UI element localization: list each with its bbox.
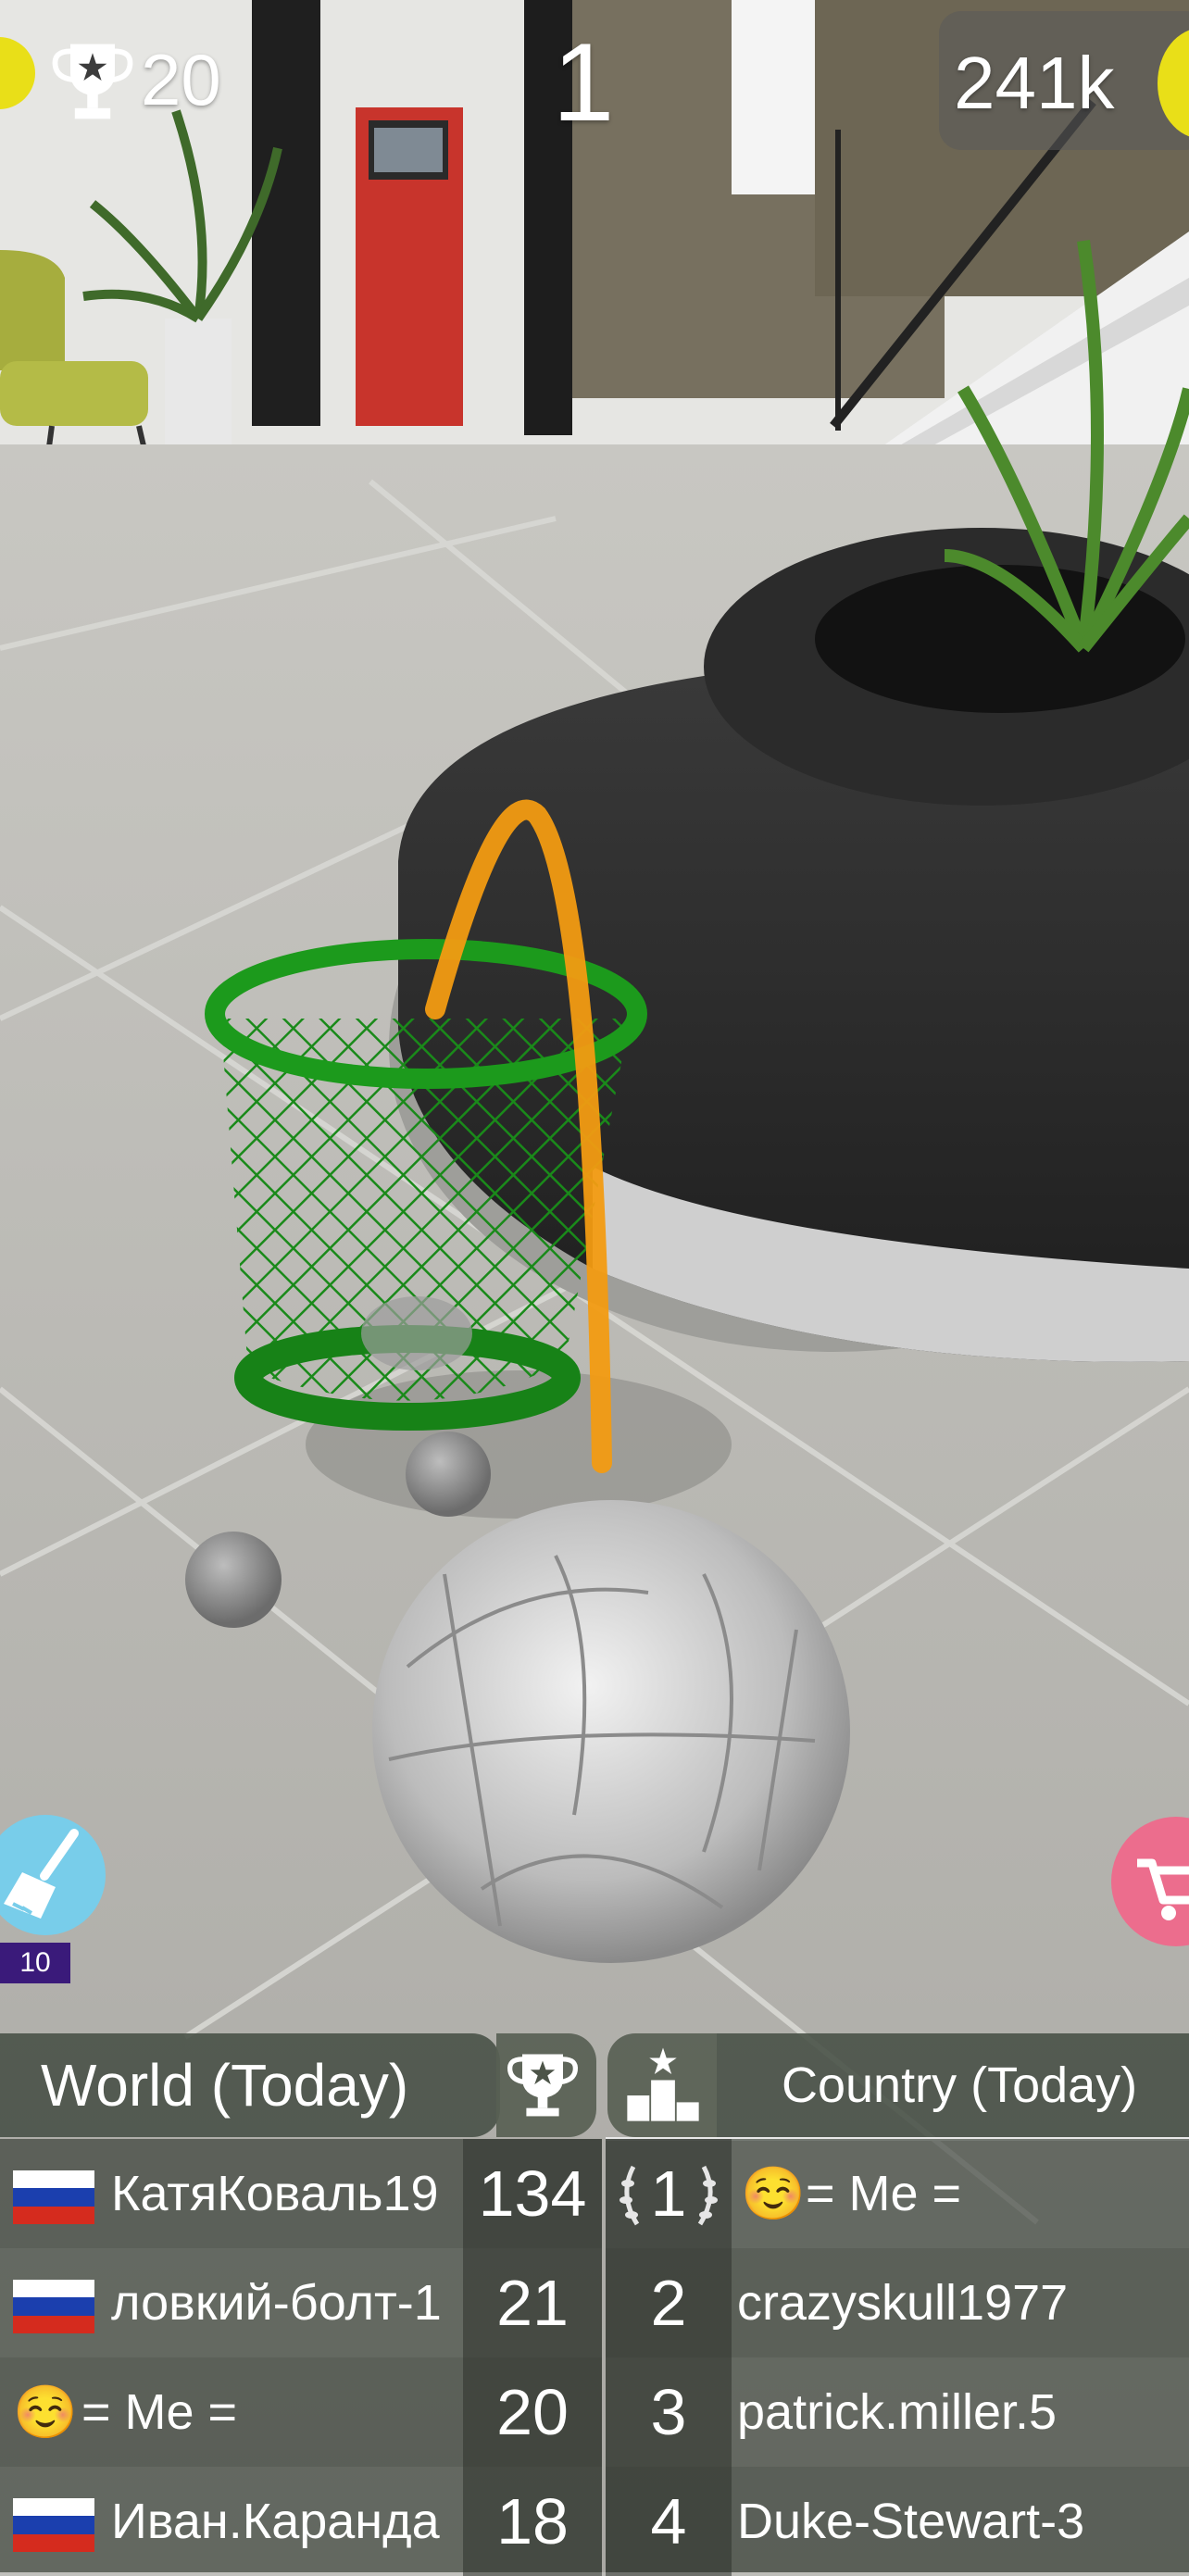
broom-icon [4, 1829, 79, 1919]
rank-number: 4 [606, 2467, 732, 2576]
player-score: 21 [463, 2248, 602, 2357]
current-score: 1 [552, 20, 615, 144]
player-name: = Me = [806, 2166, 962, 2221]
rank-number: 3 [606, 2357, 732, 2467]
player-name: patrick.miller.5 [737, 2384, 1058, 2440]
russia-flag-icon [13, 2498, 94, 2552]
country-row[interactable]: 3 patrick.miller.5 [606, 2357, 1189, 2467]
shop-cart-button[interactable] [1111, 1817, 1189, 1946]
world-row-me[interactable]: ☺️ = Me = 20 [0, 2357, 602, 2467]
player-name: КатяКоваль19 [111, 2166, 439, 2221]
trophy-icon [507, 2054, 579, 2117]
rank-number: 2 [606, 2248, 732, 2357]
laurel-icon [620, 2165, 718, 2226]
world-leaderboard-title: World (Today) [41, 2052, 409, 2119]
smiley-icon: ☺️ [13, 2382, 78, 2441]
coins-value: 241k [954, 42, 1115, 124]
world-row[interactable]: Иван.Каранда 18 [0, 2467, 602, 2576]
player-name: crazyskull1977 [737, 2275, 1069, 2331]
player-score: 20 [463, 2357, 602, 2467]
best-score: 20 [141, 39, 221, 120]
country-row[interactable]: 2 crazyskull1977 [606, 2248, 1189, 2357]
player-name: Иван.Каранда [111, 2494, 440, 2549]
country-leaderboard-tab[interactable]: Country (Today) [717, 2033, 1189, 2137]
country-row-me[interactable]: 1 ☺️ = Me = [606, 2139, 1189, 2248]
cart-icon [1137, 1858, 1189, 1920]
player-name: = Me = [81, 2384, 238, 2440]
player-score: 18 [463, 2467, 602, 2576]
country-leaderboard-title: Country (Today) [782, 2057, 1138, 2113]
smiley-icon: ☺️ [741, 2164, 806, 2222]
podium-icon [627, 2047, 699, 2121]
country-row[interactable]: 4 Duke-Stewart-3 [606, 2467, 1189, 2576]
player-name: Duke-Stewart-3 [737, 2494, 1085, 2549]
world-leaderboard-list[interactable]: КатяКоваль19 134 ловкий-болт-1 21 ☺️ = M… [0, 2139, 602, 2576]
world-row[interactable]: ловкий-болт-1 21 [0, 2248, 602, 2357]
country-leaderboard-list[interactable]: 1 ☺️ = Me = 2 crazyskull1977 3 patrick.m… [606, 2139, 1189, 2576]
world-leaderboard-tab[interactable]: World (Today) [0, 2033, 500, 2137]
world-trophy-button[interactable] [496, 2033, 596, 2137]
player-score: 134 [463, 2139, 602, 2248]
russia-flag-icon [13, 2170, 94, 2224]
trophy-icon [52, 44, 133, 119]
cleanup-count-badge: 10 [0, 1943, 70, 1983]
country-podium-button[interactable] [607, 2033, 717, 2137]
player-name: ловкий-болт-1 [111, 2275, 442, 2331]
world-row[interactable]: КатяКоваль19 134 [0, 2139, 602, 2248]
russia-flag-icon [13, 2280, 94, 2333]
broom-button[interactable] [0, 1815, 106, 1935]
